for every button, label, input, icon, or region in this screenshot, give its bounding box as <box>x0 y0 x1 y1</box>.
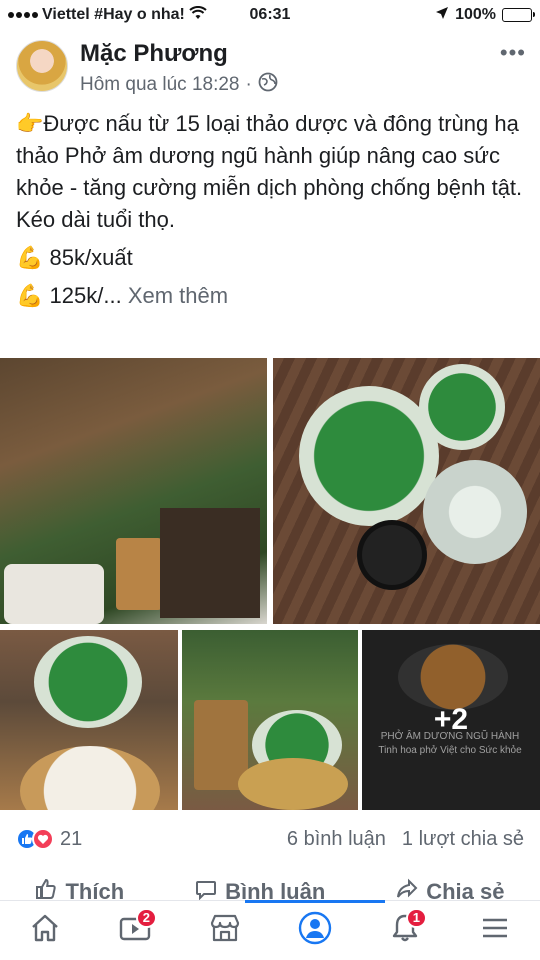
pointing-emoji: 👉 <box>16 111 44 136</box>
post-timestamp[interactable]: Hôm qua lúc 18:28 <box>80 74 240 96</box>
tab-menu[interactable] <box>465 906 525 956</box>
more-options-icon[interactable]: ••• <box>500 40 526 66</box>
comment-count[interactable]: 6 bình luận <box>287 828 386 851</box>
battery-percent: 100% <box>455 6 496 23</box>
tab-notifications[interactable]: 1 <box>375 906 435 956</box>
tab-profile[interactable] <box>245 899 385 956</box>
price-line-2: 💪 125k/... Xem thêm <box>16 280 526 312</box>
tab-home[interactable] <box>15 906 75 956</box>
muscle-emoji: 💪 <box>16 245 44 270</box>
photo-gallery: PHỞ ÂM DƯƠNG NGŨ HÀNH Tinh hoa phở Việt … <box>0 358 540 810</box>
more-photos-count[interactable]: +2 <box>362 630 540 810</box>
post-text-main: 👉Được nấu từ 15 loại thảo dược và đông t… <box>16 108 526 236</box>
location-arrow-icon <box>435 6 449 25</box>
muscle-emoji: 💪 <box>16 283 44 308</box>
status-bar: Viettel #Hay o nha! 06:31 100% <box>0 0 540 30</box>
avatar[interactable] <box>16 40 68 92</box>
meta-separator: · <box>245 74 252 95</box>
price-line-1: 💪 85k/xuất <box>16 242 526 274</box>
tab-marketplace[interactable] <box>195 906 255 956</box>
tab-watch[interactable]: 2 <box>105 906 165 956</box>
photo-4[interactable] <box>182 630 358 810</box>
reactions-bar: 21 6 bình luận 1 lượt chia sẻ <box>0 818 540 860</box>
notifications-badge: 1 <box>405 907 427 928</box>
carrier-label: Viettel #Hay o nha! <box>42 6 185 23</box>
photo-5[interactable]: PHỞ ÂM DƯƠNG NGŨ HÀNH Tinh hoa phở Việt … <box>362 630 540 810</box>
globe-icon <box>258 72 278 98</box>
see-more-link[interactable]: Xem thêm <box>128 283 228 308</box>
watch-badge: 2 <box>135 907 157 928</box>
price-1: 85k/xuất <box>49 245 133 270</box>
status-right: 100% <box>435 6 535 25</box>
reaction-icons[interactable]: 21 <box>16 828 82 851</box>
photo-3[interactable] <box>0 630 178 810</box>
post-meta: Hôm qua lúc 18:28 · <box>80 72 278 98</box>
price-2: 125k/... <box>49 283 122 308</box>
hamburger-menu-icon <box>479 912 511 949</box>
marketplace-icon <box>208 912 242 949</box>
share-count[interactable]: 1 lượt chia sẻ <box>402 828 524 851</box>
status-left: Viettel #Hay o nha! <box>8 5 207 25</box>
home-icon <box>29 912 61 949</box>
photo-2[interactable] <box>273 358 540 624</box>
reaction-count: 21 <box>60 827 83 850</box>
signal-icon <box>8 12 38 18</box>
post-header: Mặc Phương Hôm qua lúc 18:28 · ••• <box>0 36 540 102</box>
post-text-body: Được nấu từ 15 loại thảo dược và đông tr… <box>16 111 523 232</box>
battery-icon <box>502 8 535 22</box>
wifi-icon <box>189 5 207 25</box>
engagement-counts: 6 bình luận 1 lượt chia sẻ <box>287 828 524 851</box>
love-reaction-icon <box>32 828 54 850</box>
profile-icon <box>298 911 332 950</box>
photo-1[interactable] <box>0 358 267 624</box>
post-text: 👉Được nấu từ 15 loại thảo dược và đông t… <box>16 108 526 312</box>
author-name[interactable]: Mặc Phương <box>80 40 228 68</box>
bottom-tab-bar: 2 1 <box>0 899 540 960</box>
